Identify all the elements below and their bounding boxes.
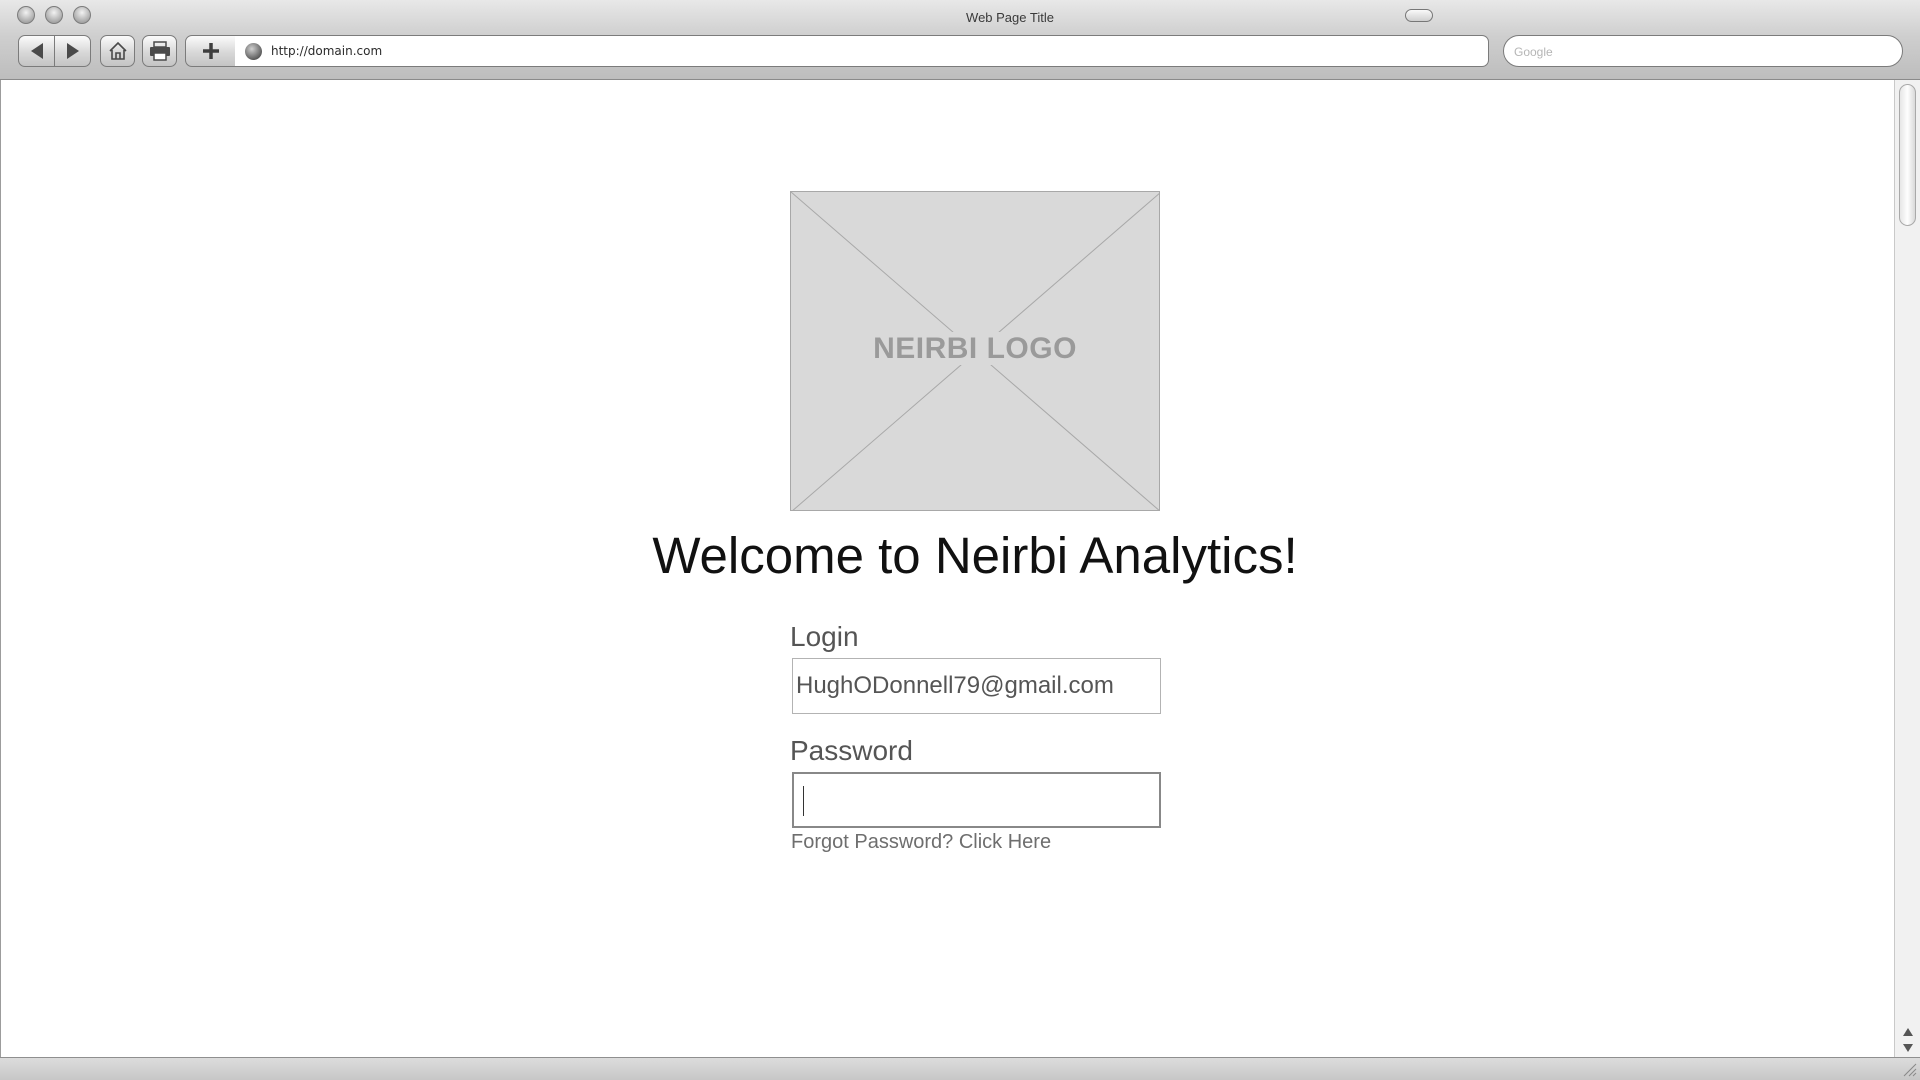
add-bookmark-icon	[202, 43, 219, 59]
scroll-thumb[interactable]	[1899, 84, 1916, 226]
forward-icon	[66, 43, 79, 59]
home-icon	[108, 41, 127, 60]
password-label: Password	[790, 735, 913, 766]
resize-grip-icon[interactable]	[1901, 1061, 1917, 1077]
status-bar	[0, 1057, 1920, 1080]
search-input[interactable]: Google	[1503, 35, 1903, 67]
scroll-up-icon	[1902, 1028, 1913, 1036]
text-caret	[803, 786, 804, 816]
scroll-up-button[interactable]	[1895, 1024, 1920, 1040]
logo-placeholder: NEIRBI LOGO	[790, 191, 1160, 511]
window-title: Web Page Title	[966, 10, 1054, 25]
page-title: Welcome to Neirbi Analytics!	[652, 527, 1298, 584]
home-button[interactable]	[100, 35, 135, 67]
add-bookmark-button[interactable]	[185, 35, 236, 67]
forward-button[interactable]	[54, 35, 91, 67]
login-field[interactable]: HughODonnell79@gmail.com	[792, 658, 1161, 714]
globe-icon	[245, 43, 262, 60]
search-placeholder: Google	[1514, 45, 1553, 59]
address-bar[interactable]: http://domain.com	[235, 35, 1489, 67]
back-button[interactable]	[18, 35, 55, 67]
page-viewport: NEIRBI LOGO Welcome to Neirbi Analytics!…	[0, 80, 1894, 1057]
print-icon	[149, 41, 170, 61]
scroll-down-icon	[1902, 1044, 1913, 1052]
vertical-scrollbar[interactable]	[1894, 80, 1920, 1057]
toolbar-toggle-button[interactable]	[1405, 9, 1433, 22]
logo-text: NEIRBI LOGO	[865, 332, 1085, 365]
url-text[interactable]: http://domain.com	[271, 44, 382, 58]
back-icon	[30, 43, 43, 59]
print-button[interactable]	[142, 35, 177, 67]
browser-titlebar: Web Page Title http://domain.com Google	[0, 0, 1920, 80]
scroll-down-button[interactable]	[1895, 1040, 1920, 1056]
password-field[interactable]	[792, 772, 1161, 828]
forgot-password-link[interactable]: Forgot Password? Click Here	[791, 831, 1051, 854]
login-label: Login	[790, 621, 859, 652]
